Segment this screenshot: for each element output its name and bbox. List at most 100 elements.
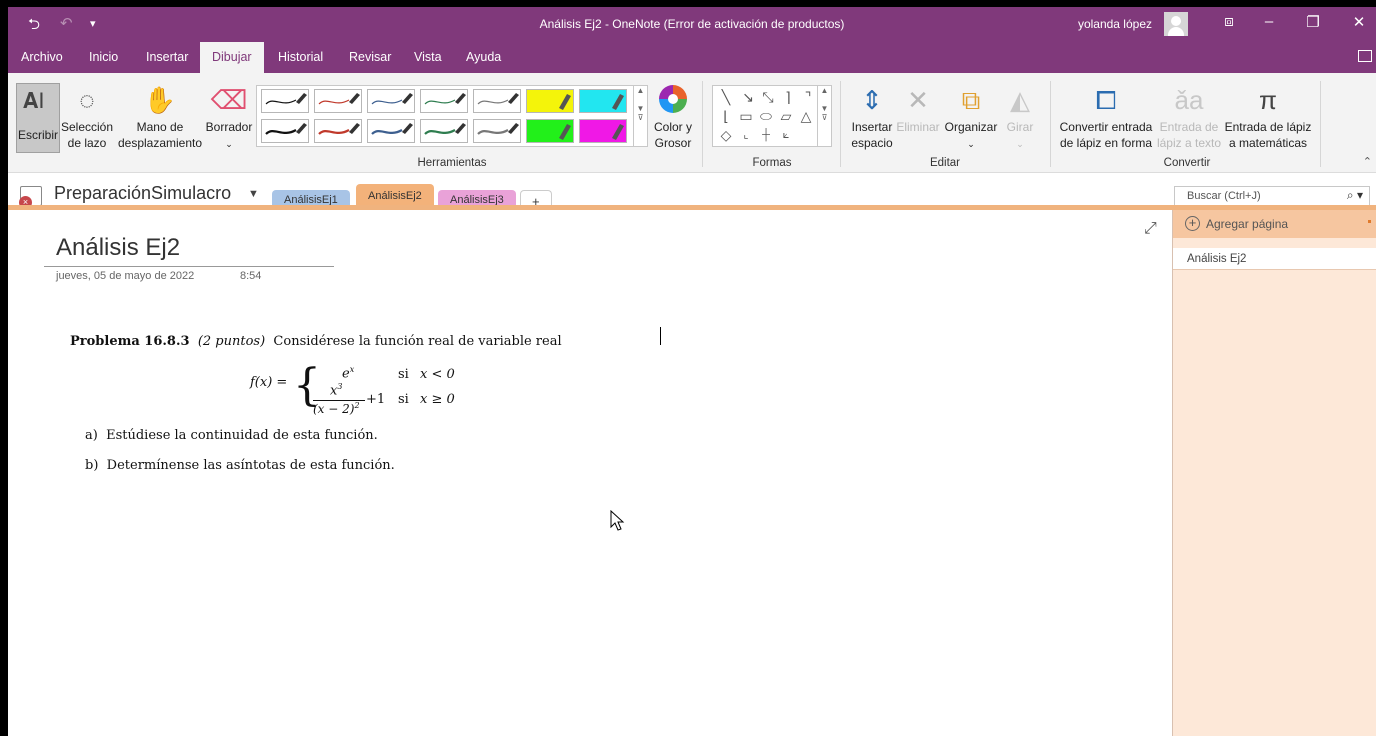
ink-to-math-label-2: a matemáticas: [1228, 136, 1308, 150]
tab-vista[interactable]: Vista: [414, 50, 442, 64]
pen-swatch-5[interactable]: [473, 89, 521, 113]
page-list-item[interactable]: Análisis Ej2: [1173, 248, 1376, 270]
arrow-icon[interactable]: ↘: [739, 88, 757, 106]
color-thickness-button[interactable]: Color y Grosor: [650, 85, 696, 151]
case1-expression: ex: [342, 365, 354, 381]
ribbon: 𝐀I Escribir ◌ Selección de lazo ✋ Mano d…: [8, 73, 1376, 173]
case2-numerator: x3: [330, 382, 342, 398]
minimize-icon[interactable]: –: [1254, 13, 1284, 30]
ink-to-text-icon: ǎa: [1174, 85, 1204, 115]
rotate-button[interactable]: ◭ Girar ⌄: [1000, 85, 1040, 152]
arrange-label: Organizar: [944, 120, 998, 134]
elbow-icon[interactable]: ⌊: [717, 107, 735, 125]
panning-hand-button[interactable]: ✋ Mano de desplazamiento: [116, 85, 204, 151]
ink-to-text-button[interactable]: ǎa Entrada de lápiz a texto: [1156, 85, 1222, 151]
notebook-dropdown-icon[interactable]: ▼: [248, 188, 259, 200]
ellipse-icon[interactable]: ⬭: [757, 107, 775, 125]
case2-si: si: [398, 392, 409, 407]
collapse-ribbon-icon[interactable]: ⌃: [1363, 155, 1372, 168]
search-icon[interactable]: ⌕ ▾: [1347, 188, 1363, 203]
diamond-icon[interactable]: ◇: [717, 126, 735, 144]
eraser-dropdown-icon[interactable]: ⌄: [225, 139, 233, 149]
ribbon-display-icon[interactable]: ⧈: [1214, 13, 1244, 30]
share-icon[interactable]: [1358, 50, 1372, 62]
function-name: f(x) =: [250, 375, 288, 390]
axis-cross-icon[interactable]: ┼: [757, 126, 775, 144]
delete-button[interactable]: ✕ Eliminar: [894, 85, 942, 135]
ribbon-tabs: Archivo Inicio Insertar Dibujar Historia…: [8, 41, 1376, 73]
tab-insertar[interactable]: Insertar: [146, 50, 188, 64]
lasso-select-button[interactable]: ◌ Selección de lazo: [60, 85, 114, 151]
type-tool-button[interactable]: 𝐀I Escribir: [16, 83, 60, 153]
ink-to-math-label-1: Entrada de lápiz: [1224, 120, 1312, 134]
page-canvas[interactable]: Análisis Ej2 jueves, 05 de mayo de 2022 …: [8, 210, 1172, 736]
rectangle-icon[interactable]: ▭: [737, 107, 755, 125]
add-page-label: Agregar página: [1206, 217, 1289, 231]
axis-3d-icon[interactable]: ⟀: [777, 126, 795, 144]
pen-swatch-8[interactable]: [261, 119, 309, 143]
pen-swatch-1[interactable]: [261, 89, 309, 113]
page-title[interactable]: Análisis Ej2: [56, 234, 180, 262]
double-arrow-icon[interactable]: ⤡: [759, 88, 777, 106]
axis-2d-icon[interactable]: ⌞: [737, 126, 755, 144]
pen-swatch-7[interactable]: [579, 89, 627, 113]
lasso-label-1: Selección: [60, 120, 114, 134]
pen-swatch-11[interactable]: [420, 119, 468, 143]
pen-swatch-3[interactable]: [367, 89, 415, 113]
corner-arrow-icon[interactable]: ⌝: [799, 88, 817, 106]
add-page-button[interactable]: + Agregar página: [1173, 210, 1376, 238]
pens-scroll[interactable]: ▲ ▼ ⊽: [633, 86, 647, 146]
tab-ayuda[interactable]: Ayuda: [466, 50, 501, 64]
tab-revisar[interactable]: Revisar: [349, 50, 391, 64]
tab-dibujar[interactable]: Dibujar: [200, 42, 264, 73]
triangle-icon[interactable]: △: [797, 107, 815, 125]
notebook-sync-error-icon[interactable]: ×: [19, 186, 42, 209]
arrange-button[interactable]: ⧉ Organizar ⌄: [942, 85, 1000, 152]
arrange-dropdown-icon[interactable]: ⌄: [967, 139, 975, 149]
tab-inicio[interactable]: Inicio: [89, 50, 118, 64]
search-input[interactable]: Buscar (Ctrl+J) ⌕ ▾: [1174, 186, 1370, 206]
text-caret: [660, 327, 661, 345]
pen-swatch-2[interactable]: [314, 89, 362, 113]
close-icon[interactable]: ✕: [1344, 13, 1374, 31]
pen-swatch-14[interactable]: [579, 119, 627, 143]
ink-to-text-label-1: Entrada de: [1159, 120, 1219, 134]
ink-to-math-button[interactable]: π Entrada de lápiz a matemáticas: [1222, 85, 1314, 151]
restore-icon[interactable]: ❐: [1298, 13, 1328, 31]
avatar[interactable]: [1164, 12, 1188, 36]
user-name[interactable]: yolanda lópez: [1078, 17, 1152, 31]
pen-swatch-10[interactable]: [367, 119, 415, 143]
text-cursor-icon: 𝐀I: [23, 88, 45, 113]
item-b-label: b): [85, 458, 99, 473]
separator: [1050, 81, 1051, 167]
pen-swatch-12[interactable]: [473, 119, 521, 143]
notebook-name[interactable]: PreparaciónSimulacro: [54, 183, 231, 204]
hand-label-1: Mano de: [136, 120, 184, 134]
case1-base: e: [342, 366, 350, 382]
case2-den-base: (x − 2): [313, 402, 355, 416]
case2-denominator: (x − 2)2: [313, 401, 360, 416]
ink-to-shape-label-1: Convertir entrada: [1059, 120, 1153, 134]
insert-space-button[interactable]: ⇕ Insertar espacio: [846, 85, 898, 151]
pen-swatch-13[interactable]: [526, 119, 574, 143]
tab-archivo[interactable]: Archivo: [21, 50, 63, 64]
expand-page-icon[interactable]: ⤢: [1144, 220, 1157, 238]
group-herramientas: Herramientas: [417, 157, 487, 169]
rotate-dropdown-icon[interactable]: ⌄: [1016, 139, 1024, 149]
onenote-window: ⮌ ↶ ▾ Análisis Ej2 - OneNote (Error de a…: [8, 7, 1376, 736]
rotate-label: Girar: [1006, 120, 1034, 134]
arrange-icon: ⧉: [961, 85, 981, 115]
item-a-text: Estúdiese la continuidad de esta función…: [106, 428, 378, 443]
shapes-scroll[interactable]: ▲ ▼ ⊽: [817, 86, 831, 146]
pen-swatch-9[interactable]: [314, 119, 362, 143]
line-icon[interactable]: ╲: [717, 88, 735, 106]
separator: [1320, 81, 1321, 167]
ink-to-shape-button[interactable]: ⧠ Convertir entrada de lápiz en forma: [1056, 85, 1156, 151]
tab-historial[interactable]: Historial: [278, 50, 323, 64]
corner-line-icon[interactable]: ⌉: [779, 88, 797, 106]
eraser-button[interactable]: ⌫ Borrador ⌄: [202, 85, 256, 152]
parallelogram-icon[interactable]: ▱: [777, 107, 795, 125]
pen-swatch-4[interactable]: [420, 89, 468, 113]
ink-to-shape-icon: ⧠: [1095, 85, 1117, 115]
pen-swatch-6[interactable]: [526, 89, 574, 113]
